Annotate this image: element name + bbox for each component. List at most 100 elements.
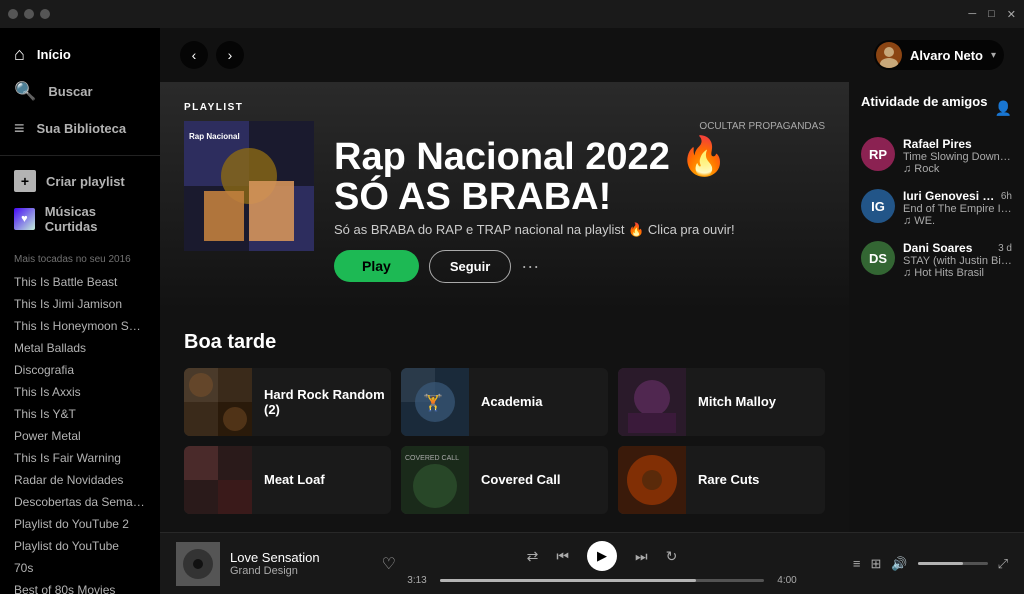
like-track-button[interactable]: ♡ (382, 554, 396, 574)
volume-icon[interactable]: 🔊 (891, 556, 907, 572)
sidebar-playlist-item[interactable]: Best of 80s Movies (0, 579, 160, 594)
sidebar-actions: + Criar playlist ♥ Músicas Curtidas (0, 155, 160, 248)
hero-info: OCULTAR PROPAGANDAS Rap Nacional 2022 🔥 … (334, 121, 825, 283)
player-right: ≡ ⊞ 🔊 ⤢ (808, 556, 1008, 572)
sidebar-playlist-item[interactable]: Playlist do YouTube 2 (0, 513, 160, 535)
sidebar-playlist-item[interactable]: Radar de Novidades (0, 469, 160, 491)
minimize-button[interactable]: ─ (968, 8, 976, 20)
svg-text:COVERED CALL: COVERED CALL (405, 455, 459, 462)
pause-button[interactable]: ▶ (587, 541, 617, 571)
forward-button[interactable]: › (216, 41, 244, 69)
time-total: 4:00 (772, 575, 802, 586)
liked-songs-action[interactable]: ♥ Músicas Curtidas (14, 198, 146, 240)
hero-title-line1: Rap Nacional 2022 🔥 (334, 136, 728, 178)
home-icon: ⌂ (14, 44, 25, 65)
hero-art: Rap Nacional (184, 121, 314, 251)
sidebar-playlist-item[interactable]: This Is Fair Warning (0, 447, 160, 469)
shuffle-button[interactable]: ⇄ (527, 548, 539, 565)
card-rare-cuts[interactable]: Rare Cuts (618, 446, 825, 514)
friend-name-row: Dani Soares 3 d (903, 241, 1012, 255)
close-button[interactable]: ✕ (1007, 8, 1016, 21)
boa-tarde-title: Boa tarde (184, 331, 825, 354)
progress-bar-area: 3:13 4:00 (402, 575, 802, 586)
sidebar-item-inicio[interactable]: ⌂ Início (0, 36, 160, 73)
sidebar-playlist-item[interactable]: This Is Jimi Jamison (0, 293, 160, 315)
card-hard-rock-random[interactable]: Hard Rock Random (2) (184, 368, 391, 436)
friends-list: RP Rafael Pires Time Slowing Down • Chri… (861, 137, 1012, 293)
card-mitch-malloy[interactable]: Mitch Malloy (618, 368, 825, 436)
plus-icon: + (14, 170, 36, 192)
window-controls: ─ □ ✕ (968, 8, 1016, 21)
prev-button[interactable]: ⏮ (556, 548, 569, 565)
friend-avatar: DS (861, 241, 895, 275)
top-bar: ‹ › Alvaro Neto ▾ (160, 28, 1024, 82)
card-meat-loaf[interactable]: Meat Loaf (184, 446, 391, 514)
lyrics-button[interactable]: ≡ (853, 556, 861, 571)
friend-name: Iuri Genovesi Gomes (903, 189, 997, 203)
liked-songs-label: Músicas Curtidas (45, 204, 146, 234)
friend-info: Iuri Genovesi Gomes 6h End of The Empire… (903, 189, 1012, 227)
sidebar-playlist-item[interactable]: Metal Ballads (0, 337, 160, 359)
app-body: ⌂ Início 🔍 Buscar ≡ Sua Biblioteca + Cri… (0, 28, 1024, 594)
friend-album: ♫ WE. (903, 215, 1012, 227)
sidebar-nav: ⌂ Início 🔍 Buscar ≡ Sua Biblioteca (0, 28, 160, 155)
add-friend-icon[interactable]: 👤 (995, 100, 1012, 117)
fullscreen-button[interactable]: ⤢ (998, 556, 1008, 572)
friend-track: End of The Empire I-III • Arcade Fire (903, 203, 1012, 215)
follow-button[interactable]: Seguir (429, 250, 511, 283)
friend-item[interactable]: IG Iuri Genovesi Gomes 6h End of The Emp… (861, 189, 1012, 227)
sidebar-playlist-item[interactable]: Descobertas da Semana (0, 491, 160, 513)
friend-item[interactable]: DS Dani Soares 3 d STAY (with Justin Bi.… (861, 241, 1012, 279)
sidebar-playlist-item[interactable]: This Is Honeymoon Suite (0, 315, 160, 337)
friend-avatar: IG (861, 189, 895, 223)
card-academia[interactable]: 🏋 Academia (401, 368, 608, 436)
progress-track[interactable] (440, 579, 764, 582)
friend-track: STAY (with Justin Bi... • The Kid LA... (903, 255, 1012, 267)
sidebar-playlist-item[interactable]: Discografia (0, 359, 160, 381)
back-button[interactable]: ‹ (180, 41, 208, 69)
friend-avatar: RP (861, 137, 895, 171)
sidebar-item-biblioteca[interactable]: ≡ Sua Biblioteca (0, 110, 160, 147)
maximize-button[interactable]: □ (988, 8, 995, 20)
queue-button[interactable]: ⊞ (871, 556, 882, 572)
next-button[interactable]: ⏭ (635, 548, 648, 565)
hide-ads-label[interactable]: OCULTAR PROPAGANDAS (334, 121, 825, 132)
hero-inner: Rap Nacional OCULTAR PROPAGANDAS Rap Nac… (184, 121, 825, 283)
track-name: Love Sensation (230, 550, 372, 565)
player-controls: ⇄ ⏮ ▶ ⏭ ↻ (527, 541, 678, 571)
sidebar-playlist-item[interactable]: Power Metal (0, 425, 160, 447)
play-button[interactable]: Play (334, 250, 419, 282)
track-artist: Grand Design (230, 565, 372, 577)
create-playlist-label: Criar playlist (46, 174, 125, 189)
sidebar-playlist-item[interactable]: 70s (0, 557, 160, 579)
time-current: 3:13 (402, 575, 432, 586)
track-info: Love Sensation Grand Design (230, 550, 372, 577)
player-bar: Love Sensation Grand Design ♡ ⇄ ⏮ ▶ ⏭ ↻ … (160, 532, 1024, 594)
window-dot-3 (40, 9, 50, 19)
sidebar-playlist-item[interactable]: This Is Y&T (0, 403, 160, 425)
sidebar-playlist-item[interactable]: This Is Axxis (0, 381, 160, 403)
create-playlist-action[interactable]: + Criar playlist (14, 164, 146, 198)
chevron-down-icon: ▾ (991, 50, 996, 61)
sidebar-playlist-item[interactable]: Playlist do YouTube (0, 535, 160, 557)
repeat-button[interactable]: ↻ (666, 548, 678, 565)
sidebar-playlists: This Is Battle BeastThis Is Jimi Jamison… (0, 271, 160, 594)
sidebar-item-buscar[interactable]: 🔍 Buscar (0, 73, 160, 110)
hero-description: Só as BRABA do RAP e TRAP nacional na pl… (334, 222, 825, 238)
card-label-covered-call: Covered Call (481, 472, 560, 487)
main-content: PLAYLIST Rap (160, 82, 849, 532)
friend-name-row: Iuri Genovesi Gomes 6h (903, 189, 1012, 203)
boa-tarde-section: Boa tarde Hard Rock Random (2) 🏋 (160, 311, 849, 532)
friend-item[interactable]: RP Rafael Pires Time Slowing Down • Chri… (861, 137, 1012, 175)
sidebar-playlist-item[interactable]: This Is Battle Beast (0, 271, 160, 293)
hero-title-line2: SÓ AS BRABA! (334, 176, 611, 218)
heart-icon: ♥ (14, 208, 35, 230)
sidebar-section-label: Mais tocadas no seu 2016 (0, 248, 160, 271)
more-button[interactable]: ··· (521, 256, 539, 277)
volume-track[interactable] (918, 562, 988, 565)
card-label-rare-cuts: Rare Cuts (698, 472, 759, 487)
sidebar: ⌂ Início 🔍 Buscar ≡ Sua Biblioteca + Cri… (0, 28, 160, 594)
card-covered-call[interactable]: COVERED CALL Covered Call (401, 446, 608, 514)
user-area[interactable]: Alvaro Neto ▾ (874, 40, 1004, 70)
card-art-mitch-malloy (618, 368, 686, 436)
